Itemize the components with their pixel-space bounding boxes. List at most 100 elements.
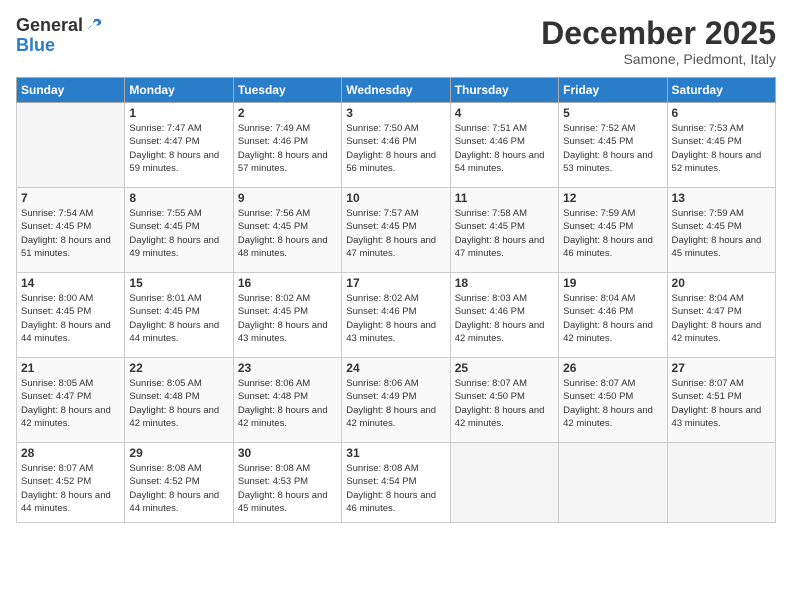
- month-title: December 2025: [541, 16, 776, 51]
- table-row: [450, 443, 558, 523]
- logo: General Blue: [16, 16, 103, 56]
- header-tuesday: Tuesday: [233, 78, 341, 103]
- table-row: 26Sunrise: 8:07 AMSunset: 4:50 PMDayligh…: [559, 358, 667, 443]
- day-number: 2: [238, 106, 337, 120]
- table-row: 19 Sunrise: 8:04 AMSunset: 4:46 PMDayligh…: [559, 273, 667, 358]
- calendar-header-row: Sunday Monday Tuesday Wednesday Thursday…: [17, 78, 776, 103]
- table-row: 16 Sunrise: 8:02 AMSunset: 4:45 PMDayligh…: [233, 273, 341, 358]
- page: General Blue December 2025 Samone, Piedm…: [0, 0, 792, 612]
- day-info: Sunrise: 7:59 AMSunset: 4:45 PMDaylight:…: [563, 207, 662, 260]
- table-row: 10 Sunrise: 7:57 AMSunset: 4:45 PMDayligh…: [342, 188, 450, 273]
- table-row: 25Sunrise: 8:07 AMSunset: 4:50 PMDayligh…: [450, 358, 558, 443]
- day-number: 20: [672, 276, 771, 290]
- title-block: December 2025 Samone, Piedmont, Italy: [541, 16, 776, 67]
- day-info: Sunrise: 8:07 AMSunset: 4:50 PMDaylight:…: [455, 377, 554, 430]
- table-row: 17 Sunrise: 8:02 AMSunset: 4:46 PMDayligh…: [342, 273, 450, 358]
- header-wednesday: Wednesday: [342, 78, 450, 103]
- day-info: Sunrise: 7:50 AMSunset: 4:46 PMDaylight:…: [346, 122, 445, 175]
- day-number: 13: [672, 191, 771, 205]
- location-text: Samone, Piedmont, Italy: [541, 51, 776, 67]
- day-info: Sunrise: 7:59 AMSunset: 4:45 PMDaylight:…: [672, 207, 771, 260]
- day-info: Sunrise: 7:49 AMSunset: 4:46 PMDaylight:…: [238, 122, 337, 175]
- header-friday: Friday: [559, 78, 667, 103]
- day-number: 19: [563, 276, 662, 290]
- table-row: 1 Sunrise: 7:47 AMSunset: 4:47 PMDaylight…: [125, 103, 233, 188]
- table-row: 9 Sunrise: 7:56 AMSunset: 4:45 PMDaylight…: [233, 188, 341, 273]
- table-row: 8 Sunrise: 7:55 AMSunset: 4:45 PMDaylight…: [125, 188, 233, 273]
- table-row: 6 Sunrise: 7:53 AMSunset: 4:45 PMDaylight…: [667, 103, 775, 188]
- day-number: 17: [346, 276, 445, 290]
- table-row: 4 Sunrise: 7:51 AMSunset: 4:46 PMDaylight…: [450, 103, 558, 188]
- table-row: [667, 443, 775, 523]
- day-info: Sunrise: 8:04 AMSunset: 4:46 PMDaylight:…: [563, 292, 662, 345]
- table-row: 7 Sunrise: 7:54 AMSunset: 4:45 PMDaylight…: [17, 188, 125, 273]
- table-row: 13 Sunrise: 7:59 AMSunset: 4:45 PMDayligh…: [667, 188, 775, 273]
- day-info: Sunrise: 8:07 AMSunset: 4:51 PMDaylight:…: [672, 377, 771, 430]
- day-info: Sunrise: 7:52 AMSunset: 4:45 PMDaylight:…: [563, 122, 662, 175]
- day-number: 14: [21, 276, 120, 290]
- day-number: 6: [672, 106, 771, 120]
- day-info: Sunrise: 8:07 AMSunset: 4:52 PMDaylight:…: [21, 462, 120, 515]
- day-number: 7: [21, 191, 120, 205]
- day-info: Sunrise: 8:03 AMSunset: 4:46 PMDaylight:…: [455, 292, 554, 345]
- day-number: 23: [238, 361, 337, 375]
- day-number: 12: [563, 191, 662, 205]
- table-row: 31 Sunrise: 8:08 AMSunset: 4:54 PMDayligh…: [342, 443, 450, 523]
- day-info: Sunrise: 7:51 AMSunset: 4:46 PMDaylight:…: [455, 122, 554, 175]
- day-info: Sunrise: 8:08 AMSunset: 4:52 PMDaylight:…: [129, 462, 228, 515]
- table-row: 12 Sunrise: 7:59 AMSunset: 4:45 PMDayligh…: [559, 188, 667, 273]
- table-row: 22Sunrise: 8:05 AMSunset: 4:48 PMDayligh…: [125, 358, 233, 443]
- day-number: 27: [672, 361, 771, 375]
- header-thursday: Thursday: [450, 78, 558, 103]
- day-info: Sunrise: 7:54 AMSunset: 4:45 PMDaylight:…: [21, 207, 120, 260]
- table-row: 15Sunrise: 8:01 AMSunset: 4:45 PMDayligh…: [125, 273, 233, 358]
- day-number: 24: [346, 361, 445, 375]
- logo-blue-text: Blue: [16, 36, 103, 56]
- day-number: 31: [346, 446, 445, 460]
- table-row: 24 Sunrise: 8:06 AMSunset: 4:49 PMDayligh…: [342, 358, 450, 443]
- table-row: 20 Sunrise: 8:04 AMSunset: 4:47 PMDayligh…: [667, 273, 775, 358]
- day-info: Sunrise: 8:00 AMSunset: 4:45 PMDaylight:…: [21, 292, 120, 345]
- table-row: 30 Sunrise: 8:08 AMSunset: 4:53 PMDayligh…: [233, 443, 341, 523]
- day-number: 4: [455, 106, 554, 120]
- header: General Blue December 2025 Samone, Piedm…: [16, 16, 776, 67]
- table-row: 21Sunrise: 8:05 AMSunset: 4:47 PMDayligh…: [17, 358, 125, 443]
- day-info: Sunrise: 8:04 AMSunset: 4:47 PMDaylight:…: [672, 292, 771, 345]
- table-row: 28 Sunrise: 8:07 AMSunset: 4:52 PMDayligh…: [17, 443, 125, 523]
- day-info: Sunrise: 8:08 AMSunset: 4:53 PMDaylight:…: [238, 462, 337, 515]
- day-info: Sunrise: 7:47 AMSunset: 4:47 PMDaylight:…: [129, 122, 228, 175]
- header-saturday: Saturday: [667, 78, 775, 103]
- day-number: 9: [238, 191, 337, 205]
- table-row: 5 Sunrise: 7:52 AMSunset: 4:45 PMDaylight…: [559, 103, 667, 188]
- day-number: 3: [346, 106, 445, 120]
- day-info: Sunrise: 8:02 AMSunset: 4:45 PMDaylight:…: [238, 292, 337, 345]
- table-row: 18 Sunrise: 8:03 AMSunset: 4:46 PMDayligh…: [450, 273, 558, 358]
- day-info: Sunrise: 8:06 AMSunset: 4:49 PMDaylight:…: [346, 377, 445, 430]
- day-info: Sunrise: 7:56 AMSunset: 4:45 PMDaylight:…: [238, 207, 337, 260]
- table-row: 3 Sunrise: 7:50 AMSunset: 4:46 PMDaylight…: [342, 103, 450, 188]
- calendar-table: Sunday Monday Tuesday Wednesday Thursday…: [16, 77, 776, 523]
- header-monday: Monday: [125, 78, 233, 103]
- day-number: 28: [21, 446, 120, 460]
- day-number: 1: [129, 106, 228, 120]
- day-number: 26: [563, 361, 662, 375]
- day-number: 16: [238, 276, 337, 290]
- day-info: Sunrise: 7:53 AMSunset: 4:45 PMDaylight:…: [672, 122, 771, 175]
- day-number: 18: [455, 276, 554, 290]
- logo-bird-icon: [85, 17, 103, 35]
- day-number: 29: [129, 446, 228, 460]
- day-number: 5: [563, 106, 662, 120]
- day-number: 30: [238, 446, 337, 460]
- day-number: 8: [129, 191, 228, 205]
- day-info: Sunrise: 8:02 AMSunset: 4:46 PMDaylight:…: [346, 292, 445, 345]
- day-info: Sunrise: 8:05 AMSunset: 4:47 PMDaylight:…: [21, 377, 120, 430]
- day-info: Sunrise: 7:55 AMSunset: 4:45 PMDaylight:…: [129, 207, 228, 260]
- day-number: 11: [455, 191, 554, 205]
- table-row: 29 Sunrise: 8:08 AMSunset: 4:52 PMDayligh…: [125, 443, 233, 523]
- day-number: 10: [346, 191, 445, 205]
- day-info: Sunrise: 8:08 AMSunset: 4:54 PMDaylight:…: [346, 462, 445, 515]
- table-row: 27 Sunrise: 8:07 AMSunset: 4:51 PMDayligh…: [667, 358, 775, 443]
- table-row: [17, 103, 125, 188]
- day-info: Sunrise: 7:57 AMSunset: 4:45 PMDaylight:…: [346, 207, 445, 260]
- day-info: Sunrise: 7:58 AMSunset: 4:45 PMDaylight:…: [455, 207, 554, 260]
